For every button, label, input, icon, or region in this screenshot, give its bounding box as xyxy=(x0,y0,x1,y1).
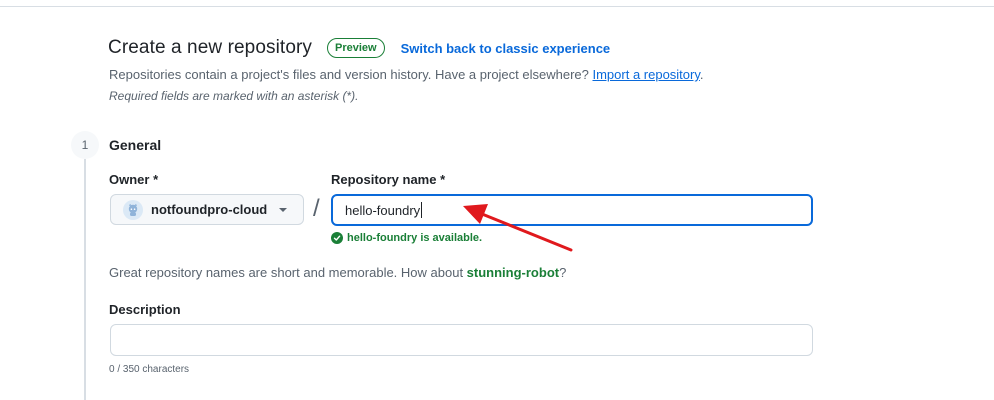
suggestion-suffix: ? xyxy=(559,265,567,280)
description-input[interactable] xyxy=(110,324,813,356)
intro-text: Repositories contain a project's files a… xyxy=(109,67,704,82)
check-circle-icon xyxy=(331,232,343,244)
suggestion-text: Great repository names are short and mem… xyxy=(109,265,467,280)
availability-message: hello-foundry is available. xyxy=(331,232,482,244)
intro-description: Repositories contain a project's files a… xyxy=(109,67,593,82)
owner-select[interactable]: notfoundpro-cloud xyxy=(110,194,304,225)
page-title: Create a new repository xyxy=(108,37,313,58)
name-suggestion: Great repository names are short and mem… xyxy=(109,265,566,280)
step-number: 1 xyxy=(71,131,99,159)
repo-name-value: hello-foundry xyxy=(345,202,421,218)
repo-name-input[interactable]: hello-foundry xyxy=(331,194,813,226)
switch-classic-link[interactable]: Switch back to classic experience xyxy=(401,41,611,56)
section-title-general: General xyxy=(109,137,162,153)
title-row: Create a new repository Preview Switch b… xyxy=(108,37,610,59)
top-divider xyxy=(0,6,994,7)
owner-label: Owner * xyxy=(109,172,159,187)
owner-repo-separator: / xyxy=(313,195,320,222)
step-connector-line xyxy=(84,159,86,400)
required-fields-note: Required fields are marked with an aster… xyxy=(109,89,359,103)
preview-badge: Preview xyxy=(327,38,385,58)
repo-name-label: Repository name * xyxy=(331,172,446,187)
description-label: Description xyxy=(109,302,181,317)
description-char-counter: 0 / 350 characters xyxy=(109,364,190,375)
octocat-avatar-icon xyxy=(123,199,143,220)
suggested-name-link[interactable]: stunning-robot xyxy=(467,265,559,280)
text-cursor xyxy=(421,202,423,218)
availability-text: hello-foundry is available. xyxy=(347,232,483,244)
intro-period: . xyxy=(699,67,704,82)
import-repository-link[interactable]: Import a repository xyxy=(592,67,699,82)
owner-name: notfoundpro-cloud xyxy=(151,202,268,217)
chevron-down-icon xyxy=(279,207,288,212)
